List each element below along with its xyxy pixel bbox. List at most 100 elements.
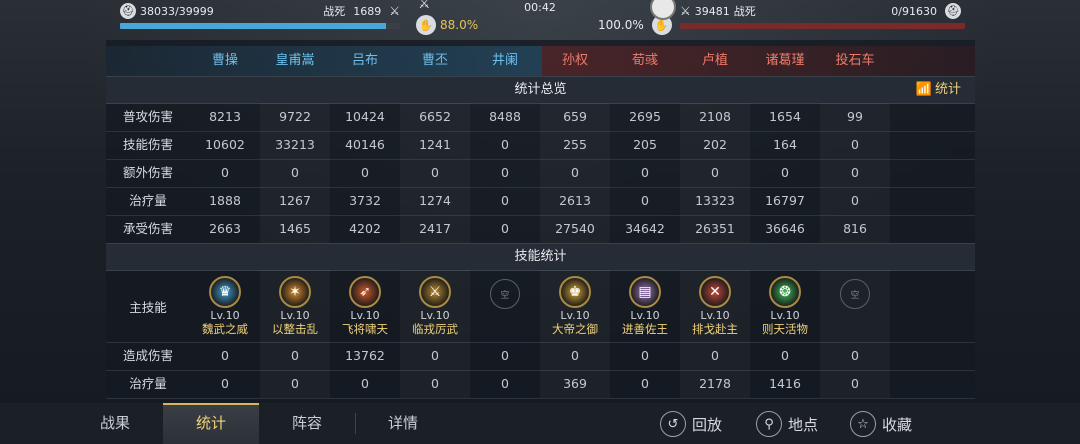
skill-cell[interactable]: ♛ Lv.10 魏武之威 bbox=[190, 270, 260, 342]
stat-row: 普攻伤害 8213 9722 10424 6652 8488 659 2695 2108 1654… bbox=[106, 103, 975, 132]
general-name: 诸葛瑾 bbox=[765, 53, 805, 68]
stat-cell: 1241 bbox=[400, 131, 470, 159]
row-label: 额外伤害 bbox=[122, 165, 173, 180]
left-hp-text: 38033/39999 bbox=[140, 4, 214, 18]
stat-cell: 0 bbox=[260, 159, 330, 187]
stat-cell: 10602 bbox=[205, 137, 245, 152]
skill-name: 排戈赴主 bbox=[692, 322, 738, 336]
stats-chart-button[interactable]: 📶 统计 bbox=[916, 77, 961, 103]
replay-button[interactable]: ↺ 回放 bbox=[660, 410, 722, 438]
stat-cell: 0 bbox=[641, 376, 649, 391]
skill-cell[interactable]: ✶ Lv.10 以整击乱 bbox=[260, 270, 330, 342]
skill-cell[interactable]: ♚ Lv.10 大帝之御 bbox=[540, 270, 610, 342]
stat-cell: 40146 bbox=[345, 137, 385, 152]
general-name: 荀彧 bbox=[631, 53, 658, 68]
stat-cell: 13323 bbox=[680, 187, 750, 215]
skill-cell[interactable]: ❂ Lv.10 则天活物 bbox=[750, 270, 820, 342]
stat-cell: 816 bbox=[820, 215, 890, 243]
stat-cell: 0 bbox=[820, 131, 890, 159]
shield-icon bbox=[650, 0, 676, 20]
tab-statistics[interactable]: 统计 bbox=[163, 403, 259, 444]
stat-cell: 0 bbox=[641, 193, 649, 208]
stat-cell: 0 bbox=[501, 221, 509, 236]
green-vortex-icon: ❂ bbox=[769, 276, 801, 308]
skill-name: 飞将啸天 bbox=[342, 322, 388, 336]
skill-cell[interactable]: ✕ Lv.10 排戈赴主 bbox=[680, 270, 750, 342]
stat-cell: 0 bbox=[820, 187, 890, 215]
stat-cell: 202 bbox=[680, 131, 750, 159]
stat-cell: 0 bbox=[400, 159, 470, 187]
left-hp-bar bbox=[120, 23, 400, 29]
stat-cell: 8213 bbox=[209, 109, 241, 124]
stat-cell: 205 bbox=[633, 137, 657, 152]
soldier-icon: ⛑ bbox=[120, 3, 136, 19]
stat-cell: 0 bbox=[781, 165, 789, 180]
warrior-icon: ⚔ bbox=[419, 276, 451, 308]
stat-cell: 0 bbox=[361, 165, 369, 180]
favorite-button[interactable]: ☆ 收藏 bbox=[850, 410, 912, 438]
general-headers: 曹操 皇甫嵩 吕布 曹丕 井阑 孙权 荀彧 卢植 诸葛瑾 投石车 bbox=[190, 46, 890, 76]
skill-level: Lv.10 bbox=[700, 309, 730, 322]
tab-battle-result[interactable]: 战果 bbox=[70, 403, 160, 444]
crossed-swords-icon: ⚔ bbox=[680, 4, 691, 18]
right-count: 39481 bbox=[694, 4, 730, 18]
sword-icon: ⚔ bbox=[418, 0, 431, 12]
stat-cell: 659 bbox=[540, 103, 610, 131]
left-death-count: 1689 bbox=[353, 4, 382, 18]
stat-cell: 0 bbox=[501, 193, 509, 208]
skill-stat-row: 造成伤害 0 0 13762 0 0 0 0 0 0 0 bbox=[106, 342, 975, 371]
scroll-icon: ▤ bbox=[629, 276, 661, 308]
skill-name: 以整击乱 bbox=[272, 322, 318, 336]
skill-cell[interactable]: ▤ Lv.10 进善佐王 bbox=[610, 270, 680, 342]
general-name: 井阑 bbox=[491, 53, 518, 68]
stat-cell: 0 bbox=[781, 348, 789, 363]
skill-level: Lv.10 bbox=[560, 309, 590, 322]
overview-section-header: 统计总览 📶 统计 bbox=[106, 76, 975, 104]
favorite-label: 收藏 bbox=[882, 415, 913, 434]
stat-cell: 0 bbox=[221, 348, 229, 363]
stat-cell: 0 bbox=[260, 342, 330, 370]
general-name: 吕布 bbox=[351, 53, 378, 68]
stat-cell: 0 bbox=[680, 342, 750, 370]
soldier-icon: ⛑ bbox=[945, 3, 961, 19]
crossed-blades-icon: ✕ bbox=[699, 276, 731, 308]
tab-lineup[interactable]: 阵容 bbox=[262, 403, 352, 444]
stat-cell: 3732 bbox=[349, 193, 381, 208]
stat-cell: 99 bbox=[820, 103, 890, 131]
location-button[interactable]: ⚲ 地点 bbox=[756, 410, 818, 438]
general-name: 曹丕 bbox=[421, 53, 448, 68]
stat-cell: 27540 bbox=[540, 215, 610, 243]
tab-details[interactable]: 详情 bbox=[358, 403, 448, 444]
stat-cell: 164 bbox=[773, 137, 797, 152]
row-label: 技能伤害 bbox=[122, 137, 173, 152]
right-death-label: 战死 bbox=[733, 5, 756, 18]
skill-name: 进善佐王 bbox=[622, 322, 668, 336]
stat-cell: 34642 bbox=[625, 221, 665, 236]
skill-level: Lv.10 bbox=[280, 309, 310, 322]
skills-title: 技能统计 bbox=[514, 249, 567, 264]
general-name: 孙权 bbox=[561, 53, 588, 68]
row-label: 承受伤害 bbox=[122, 221, 173, 236]
skills-section-header: 技能统计 bbox=[106, 243, 975, 271]
stat-cell: 0 bbox=[820, 370, 890, 398]
skill-cell[interactable]: 空 bbox=[820, 270, 890, 342]
skill-cell[interactable]: 空 bbox=[470, 270, 540, 342]
replay-icon: ↺ bbox=[660, 411, 686, 437]
left-team-status: ⛑ 38033/39999 战死 1689 ⚔ bbox=[120, 2, 400, 32]
stat-row: 承受伤害 2663 1465 4202 2417 0 27540 34642 26351 3664… bbox=[106, 215, 975, 244]
general-name: 卢植 bbox=[701, 53, 728, 68]
stat-cell: 0 bbox=[820, 342, 890, 370]
skill-name: 魏武之威 bbox=[202, 322, 248, 336]
location-pin-icon: ⚲ bbox=[756, 411, 782, 437]
stat-cell: 2178 bbox=[680, 370, 750, 398]
bar-chart-icon: 📶 bbox=[915, 82, 932, 97]
stat-cell: 2613 bbox=[540, 187, 610, 215]
skill-cell[interactable]: ➶ Lv.10 飞将啸天 bbox=[330, 270, 400, 342]
skill-cell[interactable]: ⚔ Lv.10 临戎厉武 bbox=[400, 270, 470, 342]
star-icon: ☆ bbox=[850, 411, 876, 437]
stat-cell: 0 bbox=[501, 165, 509, 180]
stat-cell: 0 bbox=[820, 159, 890, 187]
skill-name: 则天活物 bbox=[762, 322, 808, 336]
stats-panel: 曹操 皇甫嵩 吕布 曹丕 井阑 孙权 荀彧 卢植 诸葛瑾 投石车 统计总览 📶 … bbox=[106, 40, 975, 402]
stat-cell: 0 bbox=[641, 348, 649, 363]
